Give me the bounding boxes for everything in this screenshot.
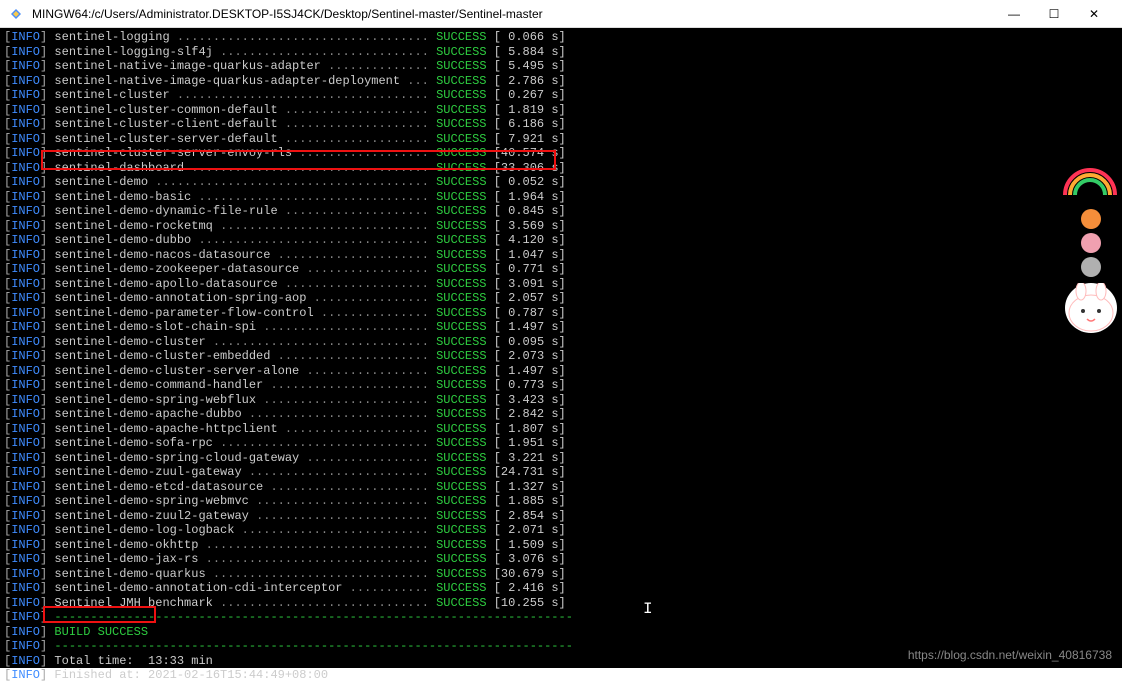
log-line: [INFO] sentinel-logging ................… [4,30,1118,45]
log-line: [INFO] sentinel-demo-basic .............… [4,190,1118,205]
close-button[interactable]: ✕ [1074,0,1114,28]
log-line: [INFO] sentinel-demo-cluster-embedded ..… [4,349,1118,364]
log-line: [INFO] sentinel-demo-command-handler ...… [4,378,1118,393]
log-line: [INFO] sentinel-native-image-quarkus-ada… [4,59,1118,74]
log-line: [INFO] Sentinel JMH benchmark ..........… [4,596,1118,611]
widget-dot-1[interactable] [1081,209,1101,229]
log-line: [INFO] sentinel-demo-log-logback .......… [4,523,1118,538]
log-line: [INFO] sentinel-demo-annotation-cdi-inte… [4,581,1118,596]
log-line: [INFO] sentinel-demo-nacos-datasource ..… [4,248,1118,263]
log-line: [INFO] sentinel-demo-cluster-server-alon… [4,364,1118,379]
log-line: [INFO] sentinel-demo-zookeeper-datasourc… [4,262,1118,277]
log-line: [INFO] sentinel-demo-apache-dubbo ......… [4,407,1118,422]
log-line: [INFO] sentinel-demo-quarkus ...........… [4,567,1118,582]
log-line: [INFO] sentinel-demo-spring-cloud-gatewa… [4,451,1118,466]
log-line: [INFO] sentinel-cluster ................… [4,88,1118,103]
log-build-success: [INFO] BUILD SUCCESS [4,625,1118,640]
window-titlebar: MINGW64:/c/Users/Administrator.DESKTOP-I… [0,0,1122,28]
log-line: [INFO] sentinel-native-image-quarkus-ada… [4,74,1118,89]
minimize-button[interactable]: — [994,0,1034,28]
log-line: [INFO] sentinel-demo-apollo-datasource .… [4,277,1118,292]
log-line: [INFO] sentinel-demo-cluster ...........… [4,335,1118,350]
log-line: [INFO] sentinel-demo-slot-chain-spi ....… [4,320,1118,335]
log-line: [INFO] sentinel-demo-rocketmq ..........… [4,219,1118,234]
log-line: [INFO] sentinel-cluster-common-default .… [4,103,1118,118]
log-line: [INFO] sentinel-demo-dynamic-file-rule .… [4,204,1118,219]
log-line: [INFO] sentinel-demo-etcd-datasource ...… [4,480,1118,495]
floating-assistant-widget[interactable] [1060,160,1122,339]
log-line: [INFO] sentinel-demo-spring-webflux ....… [4,393,1118,408]
log-line: [INFO] sentinel-demo-apache-httpclient .… [4,422,1118,437]
app-icon [8,6,24,22]
log-line: [INFO] sentinel-demo-dubbo .............… [4,233,1118,248]
window-title: MINGW64:/c/Users/Administrator.DESKTOP-I… [32,7,994,21]
maximize-button[interactable]: ☐ [1034,0,1074,28]
log-line: [INFO] sentinel-demo-parameter-flow-cont… [4,306,1118,321]
log-line: [INFO] sentinel-logging-slf4j ..........… [4,45,1118,60]
log-divider: [INFO] ---------------------------------… [4,610,1118,625]
log-line: [INFO] sentinel-demo-sofa-rpc ..........… [4,436,1118,451]
widget-dot-3[interactable] [1081,257,1101,277]
rainbow-icon [1060,160,1120,200]
log-line: [INFO] sentinel-demo-zuul2-gateway .....… [4,509,1118,524]
log-line: [INFO] sentinel-demo-jax-rs ............… [4,552,1118,567]
widget-dot-2[interactable] [1081,233,1101,253]
log-line: [INFO] sentinel-demo ...................… [4,175,1118,190]
log-line: [INFO] sentinel-demo-annotation-spring-a… [4,291,1118,306]
log-line: [INFO] sentinel-dashboard ..............… [4,161,1118,176]
log-line: [INFO] sentinel-cluster-server-envoy-rls… [4,146,1118,161]
mascot-icon[interactable] [1065,283,1117,333]
terminal-output[interactable]: [INFO] sentinel-logging ................… [0,28,1122,668]
log-line: [INFO] sentinel-demo-okhttp ............… [4,538,1118,553]
log-line: [INFO] sentinel-cluster-client-default .… [4,117,1118,132]
log-line: [INFO] sentinel-cluster-server-default .… [4,132,1118,147]
text-cursor-icon: I [643,600,644,616]
log-line: [INFO] sentinel-demo-spring-webmvc .....… [4,494,1118,509]
log-finished-at: [INFO] Finished at: 2021-02-16T15:44:49+… [4,668,1118,683]
watermark: https://blog.csdn.net/weixin_40816738 [908,648,1112,662]
log-line: [INFO] sentinel-demo-zuul-gateway ......… [4,465,1118,480]
